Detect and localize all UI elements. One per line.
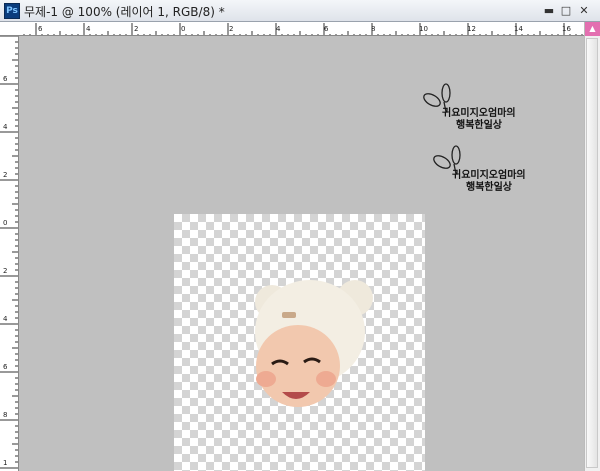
watermark-2-line2: 행복한일상 xyxy=(466,180,513,193)
watermark-1-line1: 귀요미지오엄마의 xyxy=(442,106,516,119)
restore-button[interactable]: □ xyxy=(558,3,574,18)
ruler-label: 12 xyxy=(467,25,476,33)
ruler-label: 1 xyxy=(3,459,7,467)
ruler-label: 14 xyxy=(514,25,523,33)
ruler-label: 4 xyxy=(276,25,281,33)
ruler-label: 0 xyxy=(181,25,185,33)
ruler-label: 6 xyxy=(3,75,8,83)
left-cheek xyxy=(256,371,276,387)
ruler-label: 6 xyxy=(324,25,329,33)
document-title-bar[interactable]: Ps 무제-1 @ 100% (레이어 1, RGB/8) * ▬ □ ✕ xyxy=(0,0,600,22)
ruler-label: 8 xyxy=(371,25,375,33)
ruler-label: 4 xyxy=(3,123,8,131)
scroll-up-arrow-icon[interactable]: ▲ xyxy=(585,22,600,36)
close-icon: ✕ xyxy=(579,4,589,17)
watermark-1-line2: 행복한일상 xyxy=(456,118,503,131)
minimize-icon: ▬ xyxy=(543,4,555,17)
scrollbar-thumb[interactable] xyxy=(586,38,598,468)
photoshop-app-icon: Ps xyxy=(4,3,20,19)
restore-icon: □ xyxy=(560,4,572,17)
ruler-label: 16 xyxy=(562,25,571,33)
baby-photo-layer[interactable] xyxy=(174,214,425,471)
ruler-label: 2 xyxy=(229,25,233,33)
transparent-document-canvas[interactable] xyxy=(174,214,425,471)
vertical-ruler-ticks: 6 4 2 0 2 4 6 8 1 xyxy=(0,36,18,469)
document-title: 무제-1 @ 100% (레이어 1, RGB/8) * xyxy=(24,5,225,19)
ruler-label: 8 xyxy=(3,411,7,419)
ruler-label: 2 xyxy=(3,267,7,275)
watermark-2[interactable]: 귀요미지오엄마의 행복한일상 xyxy=(430,144,540,198)
ruler-label: 6 xyxy=(3,363,8,371)
horizontal-ruler-ticks: 6 4 2 0 2 4 6 8 10 12 14 16 xyxy=(23,23,583,35)
horizontal-ruler[interactable]: 6 4 2 0 2 4 6 8 10 12 14 16 xyxy=(0,22,584,36)
ruler-label: 2 xyxy=(3,171,7,179)
ruler-label: 6 xyxy=(38,25,43,33)
ruler-label: 2 xyxy=(134,25,138,33)
close-button[interactable]: ✕ xyxy=(576,3,592,18)
minimize-button[interactable]: ▬ xyxy=(541,3,557,18)
vertical-scrollbar[interactable]: ▲ xyxy=(584,22,600,471)
watermark-2-line1: 귀요미지오엄마의 xyxy=(452,168,526,181)
watermark-1[interactable]: 귀요미지오엄마의 행복한일상 xyxy=(420,82,530,136)
ruler-label: 10 xyxy=(419,25,428,33)
ruler-label: 4 xyxy=(3,315,8,323)
ruler-label: 0 xyxy=(3,219,7,227)
ruler-label: 4 xyxy=(86,25,91,33)
right-cheek xyxy=(316,371,336,387)
vertical-ruler[interactable]: 6 4 2 0 2 4 6 8 1 xyxy=(0,36,19,471)
hat-label xyxy=(282,312,296,318)
